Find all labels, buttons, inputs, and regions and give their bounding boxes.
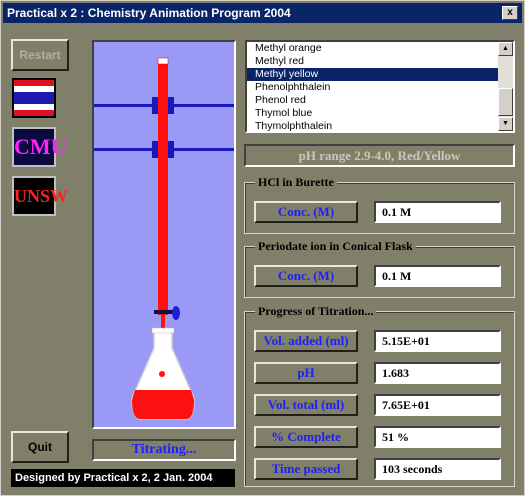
scroll-thumb[interactable]	[498, 88, 513, 116]
cmu-logo: CMU	[12, 127, 67, 167]
ph-range-display: pH range 2.9-4.0, Red/Yellow	[244, 144, 515, 167]
burette-group-title: HCl in Burette	[255, 175, 337, 190]
quit-button[interactable]: Quit	[11, 431, 69, 463]
burette-tip	[161, 314, 165, 328]
flask-neck-rim	[151, 327, 175, 334]
burette-liquid	[158, 60, 168, 315]
scroll-up-icon[interactable]: ▲	[498, 42, 513, 56]
indicator-items: Methyl orange Methyl red Methyl yellow Phen…	[247, 42, 513, 131]
ph-button[interactable]: pH	[254, 362, 358, 384]
list-scrollbar[interactable]: ▲ ▼	[498, 42, 513, 131]
flask-group: Periodate ion in Conical Flask Conc. (M)…	[244, 239, 515, 298]
apparatus-drawing	[94, 57, 234, 420]
ph-value: 1.683	[374, 362, 501, 384]
status-display: Titrating...	[92, 439, 236, 461]
burette-conc-value: 0.1 M	[374, 201, 501, 223]
scroll-down-icon[interactable]: ▼	[498, 117, 513, 131]
indicator-list-item[interactable]: Phenol red	[247, 94, 500, 107]
window-title: Practical x 2 : Chemistry Animation Prog…	[7, 6, 291, 20]
upper-clamp-right	[168, 97, 174, 114]
stopcock-body	[154, 310, 174, 314]
indicator-list-item[interactable]: Thymol blue	[247, 107, 500, 120]
title-bar: Practical x 2 : Chemistry Animation Prog…	[3, 3, 522, 23]
time-passed-value: 103 seconds	[374, 458, 501, 480]
indicator-list-item[interactable]: Phenolphthalein	[247, 81, 500, 94]
time-passed-button[interactable]: Time passed	[254, 458, 358, 480]
indicator-list-item[interactable]: Methyl red	[247, 55, 500, 68]
stopcock-handle-icon	[172, 306, 180, 320]
flask-solution	[132, 390, 194, 419]
unsw-logo: UNSW	[12, 176, 68, 216]
percent-complete-value: 51 %	[374, 426, 501, 448]
lower-clamp-left	[152, 141, 158, 158]
main-window: Practical x 2 : Chemistry Animation Prog…	[0, 0, 525, 496]
progress-group: Progress of Titration... Vol. added (ml)…	[244, 304, 515, 487]
burette-conc-button[interactable]: Conc. (M)	[254, 201, 358, 223]
falling-drop-icon	[159, 371, 165, 377]
indicator-list-item[interactable]: Methyl orange	[247, 42, 500, 55]
upper-clamp-left	[152, 97, 158, 114]
lower-clamp-right	[168, 141, 174, 158]
indicator-list-item[interactable]: Methyl yellow	[247, 68, 500, 81]
burette-top	[157, 57, 169, 65]
flask-group-title: Periodate ion in Conical Flask	[255, 239, 416, 254]
vol-total-button[interactable]: Vol. total (ml)	[254, 394, 358, 416]
vol-added-button[interactable]: Vol. added (ml)	[254, 330, 358, 352]
flask-conc-value: 0.1 M	[374, 265, 501, 287]
titration-apparatus	[92, 40, 236, 429]
vol-added-value: 5.15E+01	[374, 330, 501, 352]
burette-group: HCl in Burette Conc. (M) 0.1 M	[244, 175, 515, 234]
thailand-flag-icon	[12, 78, 56, 118]
flask-conc-button[interactable]: Conc. (M)	[254, 265, 358, 287]
vol-total-value: 7.65E+01	[374, 394, 501, 416]
credits-footer: Designed by Practical x 2, 2 Jan. 2004	[11, 469, 235, 487]
restart-button[interactable]: Restart	[11, 39, 69, 71]
progress-group-title: Progress of Titration...	[255, 304, 377, 319]
percent-complete-button[interactable]: % Complete	[254, 426, 358, 448]
indicator-listbox[interactable]: Methyl orange Methyl red Methyl yellow Phen…	[245, 40, 515, 133]
close-button[interactable]: x	[502, 6, 518, 20]
indicator-list-item[interactable]: Thymolphthalein	[247, 120, 500, 131]
